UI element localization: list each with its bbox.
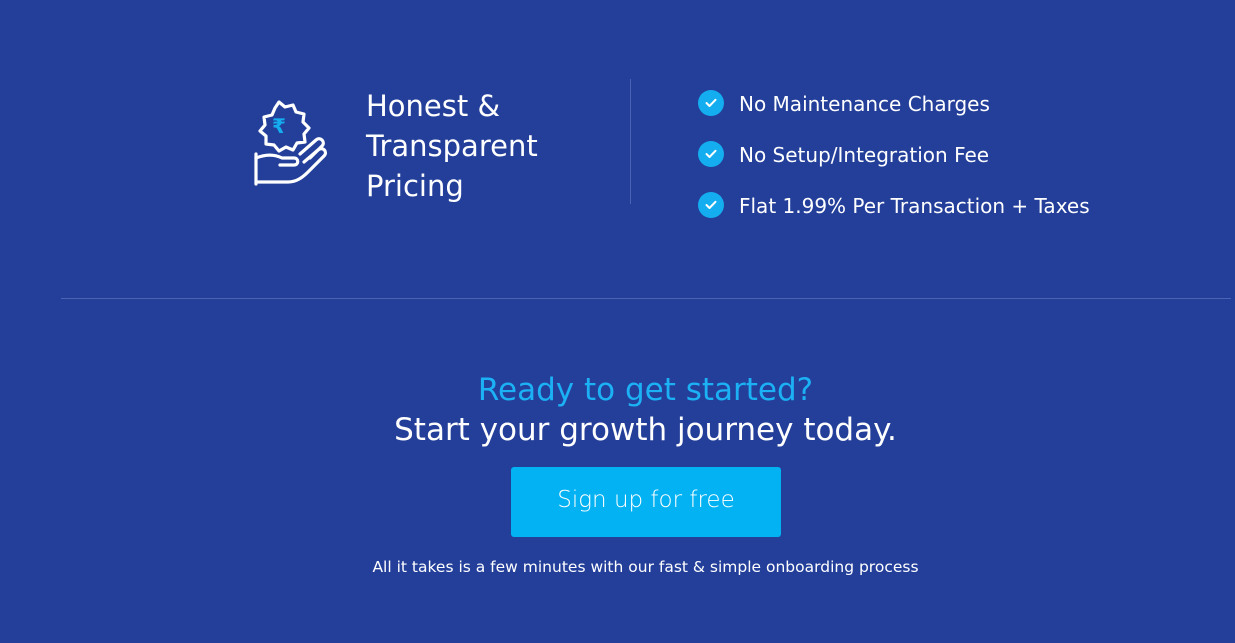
- vertical-divider: [630, 79, 631, 204]
- feature-label: No Maintenance Charges: [739, 91, 990, 116]
- list-item: No Setup/Integration Fee: [698, 129, 1090, 180]
- cta-headline: Start your growth journey today.: [394, 412, 897, 448]
- cta-kicker: Ready to get started?: [477, 372, 814, 408]
- rupee-symbol: ₹: [272, 114, 286, 138]
- check-circle-icon: [698, 191, 724, 218]
- section-divider: [61, 298, 1231, 299]
- pricing-title: Honest & Transparent Pricing: [366, 89, 538, 203]
- pricing-cta-section: ₹ Honest & Transparent Pricing No Mainte…: [0, 0, 1235, 643]
- pricing-feature-list: No Maintenance Charges No Setup/Integrat…: [698, 78, 1090, 231]
- onboarding-note: All it takes is a few minutes with our f…: [372, 558, 919, 576]
- feature-label: Flat 1.99% Per Transaction + Taxes: [739, 193, 1090, 218]
- sign-up-button[interactable]: Sign up for free: [511, 467, 781, 537]
- check-circle-icon: [698, 89, 724, 116]
- rupee-badge-hand-icon: ₹: [246, 98, 332, 190]
- feature-label: No Setup/Integration Fee: [739, 142, 990, 167]
- check-circle-icon: [698, 140, 724, 167]
- list-item: Flat 1.99% Per Transaction + Taxes: [698, 180, 1090, 231]
- list-item: No Maintenance Charges: [698, 78, 1090, 129]
